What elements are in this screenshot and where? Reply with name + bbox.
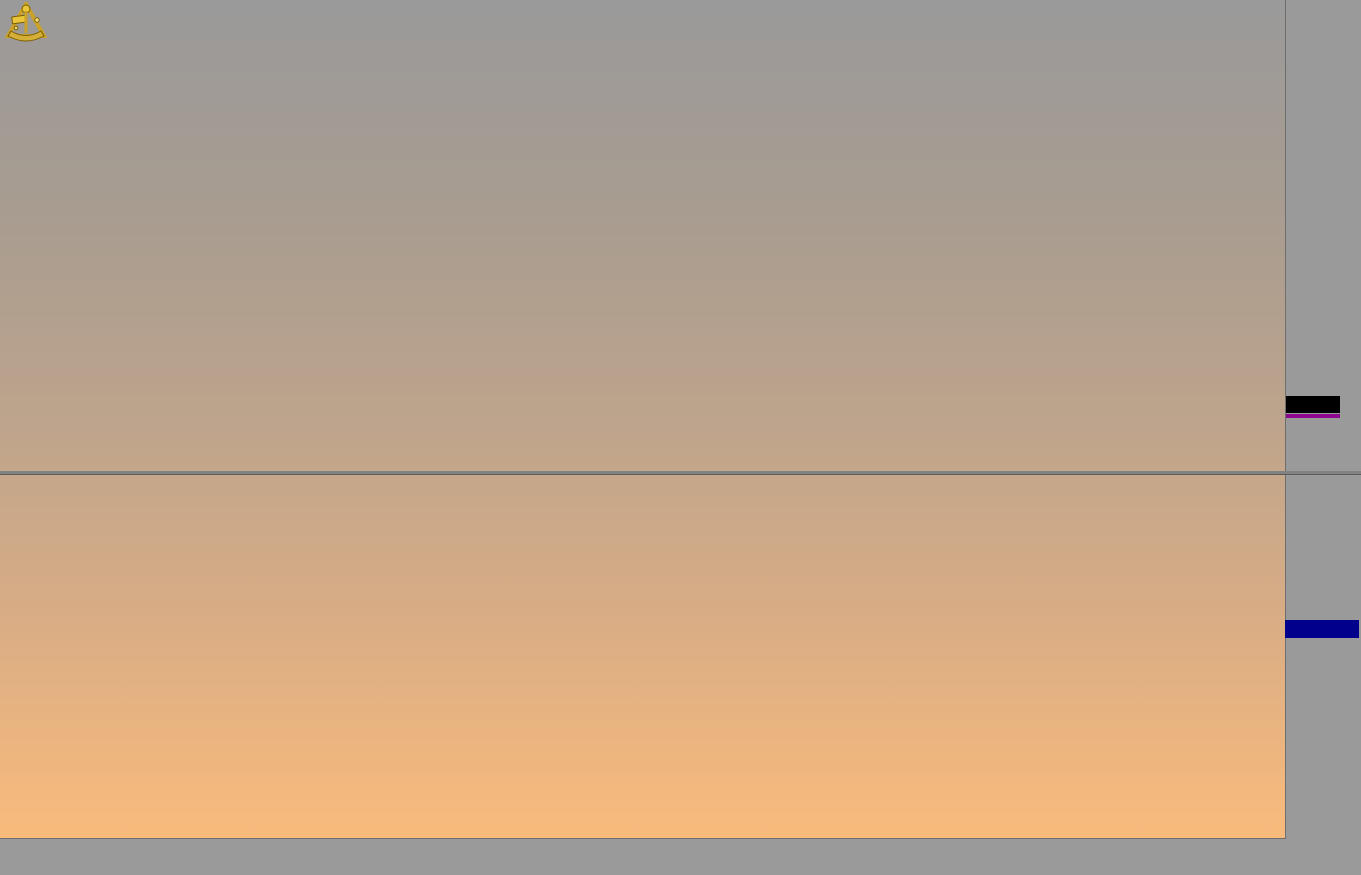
ma-value-callout bbox=[1286, 396, 1340, 413]
chart-canvas[interactable] bbox=[0, 0, 1361, 875]
indicator-legend bbox=[1238, 30, 1268, 78]
panel-divider bbox=[0, 471, 1361, 475]
ma-value-underline bbox=[1286, 414, 1340, 418]
chart-window bbox=[0, 0, 1361, 875]
zyxa-anchor-logo bbox=[4, 2, 48, 42]
seasonal-value-callout bbox=[1285, 620, 1359, 638]
